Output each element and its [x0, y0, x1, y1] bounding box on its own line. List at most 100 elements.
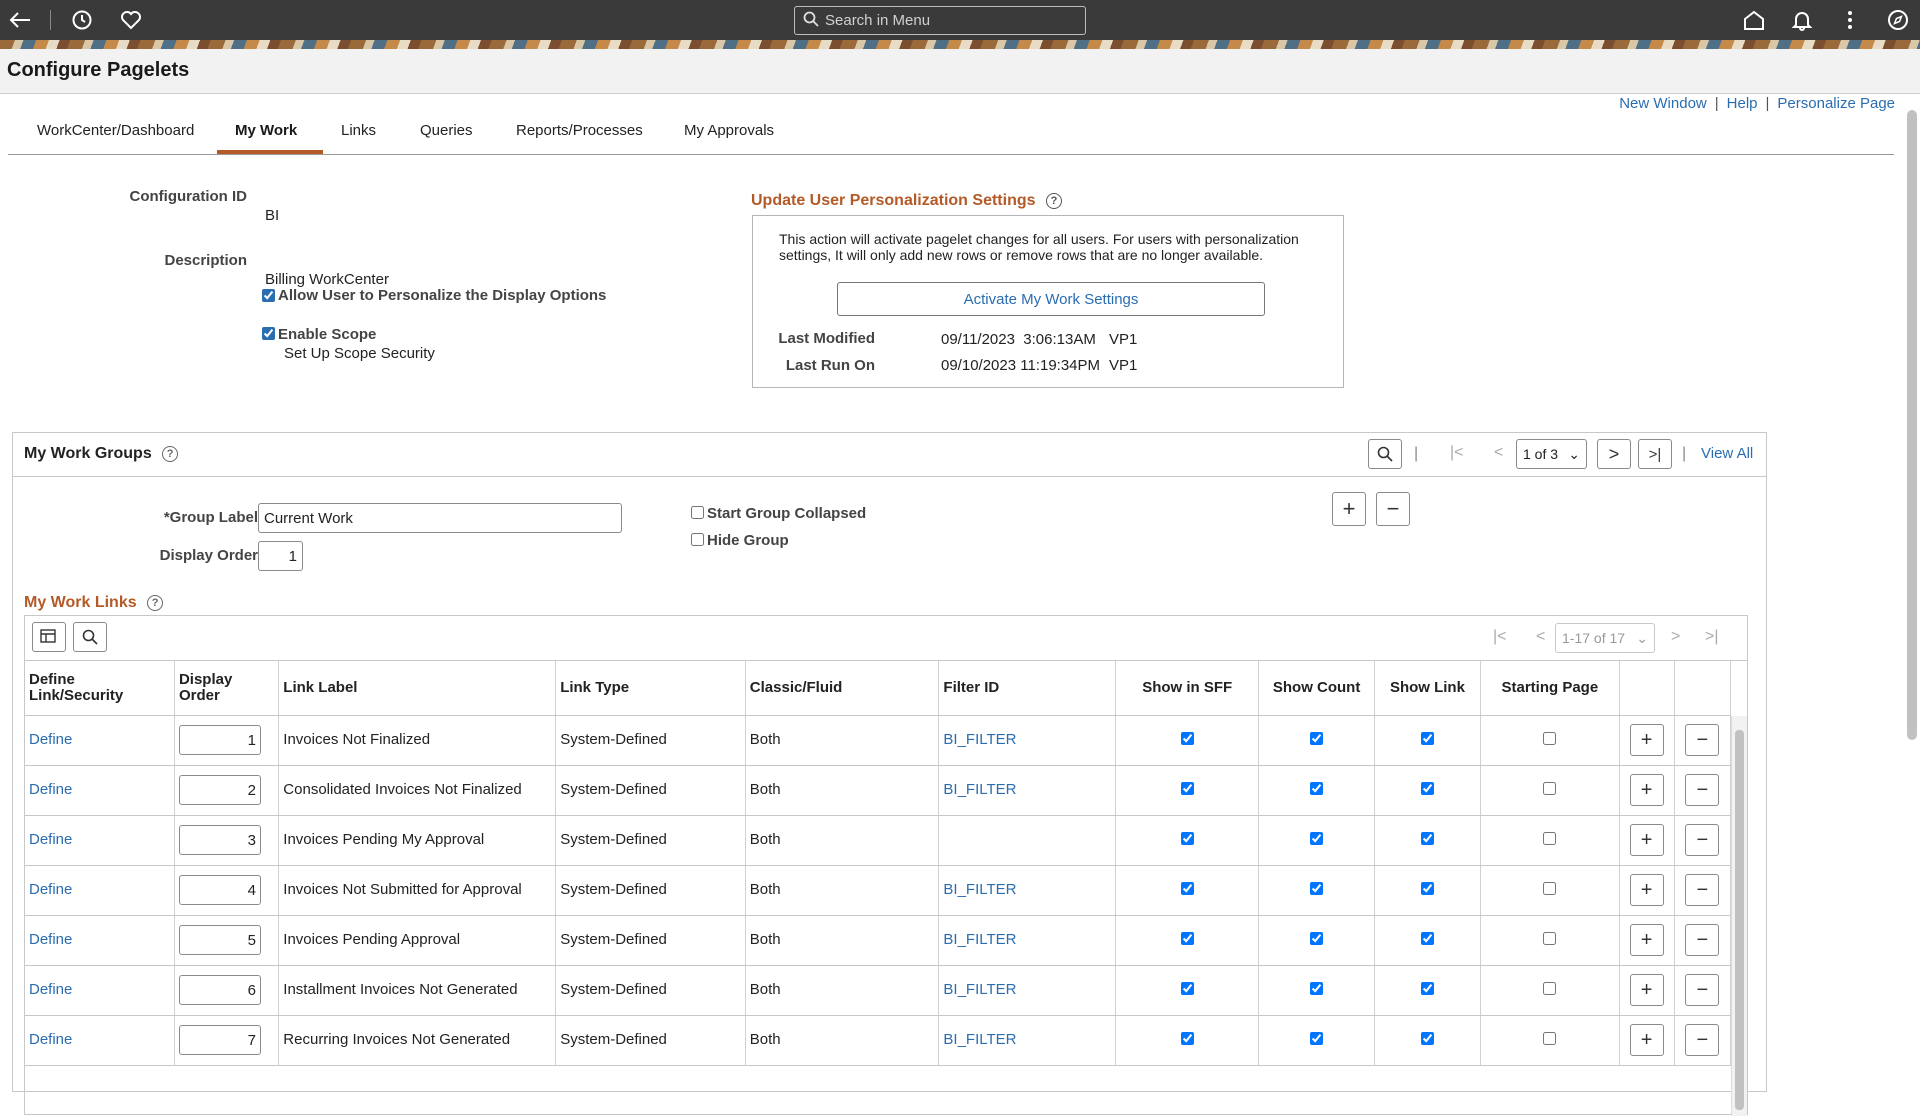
show-link-checkbox[interactable] [1420, 1031, 1434, 1045]
filter-id-link[interactable]: BI_FILTER [943, 781, 1016, 798]
first-page-icon[interactable]: |< [1450, 444, 1464, 462]
define-link[interactable]: Define [29, 731, 72, 748]
groups-search-button[interactable] [1368, 439, 1402, 469]
last-page-button[interactable]: >| [1638, 439, 1672, 469]
enable-scope-checkbox[interactable] [262, 327, 275, 340]
display-order-input[interactable] [178, 875, 261, 905]
starting-page-checkbox[interactable] [1543, 1031, 1557, 1045]
back-arrow-icon[interactable] [6, 6, 34, 34]
starting-page-checkbox[interactable] [1543, 981, 1557, 995]
display-order-input[interactable] [178, 975, 261, 1005]
grid-scroll-thumb[interactable] [1735, 730, 1744, 1110]
starting-page-checkbox[interactable] [1543, 731, 1557, 745]
show-link-checkbox[interactable] [1420, 981, 1434, 995]
notifications-bell-icon[interactable] [1788, 6, 1816, 34]
delete-row-button[interactable]: − [1685, 924, 1720, 956]
show-in-sff-checkbox[interactable] [1180, 731, 1194, 745]
show-link-checkbox[interactable] [1420, 831, 1434, 845]
add-row-button[interactable]: + [1629, 874, 1664, 906]
next-page-button[interactable]: > [1597, 439, 1631, 469]
show-in-sff-checkbox[interactable] [1180, 881, 1194, 895]
tab-my-work[interactable]: My Work [235, 122, 297, 139]
define-link[interactable]: Define [29, 831, 72, 848]
filter-id-link[interactable]: BI_FILTER [943, 981, 1016, 998]
filter-id-link[interactable]: BI_FILTER [943, 1031, 1016, 1048]
delete-row-button[interactable]: − [1685, 1024, 1720, 1056]
define-link[interactable]: Define [29, 931, 72, 948]
delete-row-button[interactable]: − [1685, 724, 1720, 756]
tab-queries[interactable]: Queries [420, 122, 473, 139]
show-count-checkbox[interactable] [1310, 881, 1324, 895]
display-order-input[interactable] [178, 925, 261, 955]
tab-reports-processes[interactable]: Reports/Processes [516, 122, 643, 139]
show-in-sff-checkbox[interactable] [1180, 831, 1194, 845]
delete-row-button[interactable]: − [1685, 824, 1720, 856]
navbar-compass-icon[interactable] [1884, 6, 1912, 34]
page-scroll-thumb[interactable] [1907, 110, 1917, 740]
add-row-button[interactable]: + [1629, 724, 1664, 756]
help-icon[interactable]: ? [1045, 192, 1062, 209]
grid-vertical-scrollbar[interactable] [1731, 716, 1747, 1116]
grid-search-button[interactable] [73, 622, 107, 652]
actions-menu-icon[interactable] [1836, 6, 1864, 34]
tab-my-approvals[interactable]: My Approvals [684, 122, 774, 139]
page-vertical-scrollbar[interactable] [1903, 110, 1920, 1080]
show-link-checkbox[interactable] [1420, 781, 1434, 795]
add-row-button[interactable]: + [1629, 774, 1664, 806]
delete-row-button[interactable]: − [1685, 874, 1720, 906]
start-collapsed-checkbox[interactable] [691, 506, 704, 519]
last-page-icon[interactable]: >| [1705, 628, 1719, 646]
starting-page-checkbox[interactable] [1543, 831, 1557, 845]
display-order-input[interactable] [178, 725, 261, 755]
filter-id-link[interactable]: BI_FILTER [943, 731, 1016, 748]
add-row-button[interactable]: + [1629, 924, 1664, 956]
display-order-input[interactable] [258, 541, 303, 571]
filter-id-link[interactable]: BI_FILTER [943, 931, 1016, 948]
show-link-checkbox[interactable] [1420, 881, 1434, 895]
define-link[interactable]: Define [29, 981, 72, 998]
search-menu-input[interactable] [825, 12, 1065, 29]
group-pager-select[interactable]: 1 of 3 ⌄ [1516, 439, 1587, 469]
recent-history-icon[interactable] [68, 6, 96, 34]
show-in-sff-checkbox[interactable] [1180, 1031, 1194, 1045]
filter-id-link[interactable]: BI_FILTER [943, 881, 1016, 898]
define-link[interactable]: Define [29, 881, 72, 898]
allow-personalize-checkbox[interactable] [262, 289, 275, 302]
show-count-checkbox[interactable] [1310, 981, 1324, 995]
starting-page-checkbox[interactable] [1543, 931, 1557, 945]
add-group-button[interactable]: + [1332, 492, 1366, 526]
starting-page-checkbox[interactable] [1543, 881, 1557, 895]
help-icon[interactable]: ? [162, 445, 179, 462]
tab-links[interactable]: Links [341, 122, 376, 139]
view-all-link[interactable]: View All [1701, 445, 1753, 462]
add-row-button[interactable]: + [1629, 974, 1664, 1006]
display-order-input[interactable] [178, 1025, 261, 1055]
display-order-input[interactable] [178, 775, 261, 805]
delete-row-button[interactable]: − [1685, 774, 1720, 806]
show-in-sff-checkbox[interactable] [1180, 781, 1194, 795]
show-count-checkbox[interactable] [1310, 831, 1324, 845]
starting-page-checkbox[interactable] [1543, 781, 1557, 795]
add-row-button[interactable]: + [1629, 1024, 1664, 1056]
activate-my-work-settings-button[interactable]: Activate My Work Settings [837, 282, 1265, 316]
show-in-sff-checkbox[interactable] [1180, 931, 1194, 945]
search-menu-box[interactable] [794, 6, 1086, 35]
show-count-checkbox[interactable] [1310, 781, 1324, 795]
previous-page-icon[interactable]: < [1536, 628, 1545, 646]
help-icon[interactable]: ? [147, 594, 164, 611]
personalize-grid-button[interactable] [32, 622, 66, 652]
show-link-checkbox[interactable] [1420, 731, 1434, 745]
tab-workcenter-dashboard[interactable]: WorkCenter/Dashboard [37, 122, 194, 139]
display-order-input[interactable] [178, 825, 261, 855]
show-count-checkbox[interactable] [1310, 731, 1324, 745]
show-count-checkbox[interactable] [1310, 1031, 1324, 1045]
next-page-icon[interactable]: > [1671, 628, 1680, 646]
show-in-sff-checkbox[interactable] [1180, 981, 1194, 995]
show-link-checkbox[interactable] [1420, 931, 1434, 945]
links-pager-select[interactable]: 1-17 of 17 ⌄ [1555, 623, 1655, 653]
define-link[interactable]: Define [29, 1031, 72, 1048]
home-icon[interactable] [1740, 6, 1768, 34]
define-link[interactable]: Define [29, 781, 72, 798]
delete-row-button[interactable]: − [1685, 974, 1720, 1006]
show-count-checkbox[interactable] [1310, 931, 1324, 945]
